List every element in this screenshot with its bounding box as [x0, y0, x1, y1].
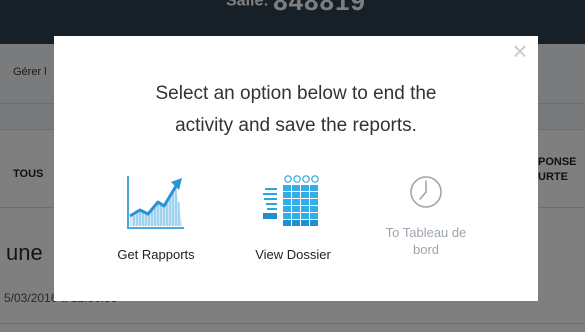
end-activity-modal: × Select an option below to end the acti… [54, 36, 538, 301]
modal-message-line1: Select an option below to end the [155, 83, 437, 104]
spreadsheet-icon [230, 172, 356, 236]
modal-message: Select an option below to end the activi… [84, 78, 508, 142]
to-tableau-de-bord-label: To Tableau de bord [366, 224, 486, 258]
view-dossier-button[interactable]: View Dossier [230, 172, 356, 272]
modal-message-line2: activity and save the reports. [175, 115, 417, 136]
to-tableau-de-bord-button[interactable]: To Tableau de bord [366, 172, 486, 272]
chart-icon [92, 172, 220, 236]
get-rapports-button[interactable]: Get Rapports [92, 172, 220, 272]
close-icon[interactable]: × [508, 38, 532, 64]
to-tableau-label-line1: To Tableau de [385, 225, 467, 240]
to-tableau-label-line2: bord [412, 242, 440, 257]
get-rapports-label: Get Rapports [117, 247, 195, 262]
view-dossier-label: View Dossier [255, 247, 331, 262]
